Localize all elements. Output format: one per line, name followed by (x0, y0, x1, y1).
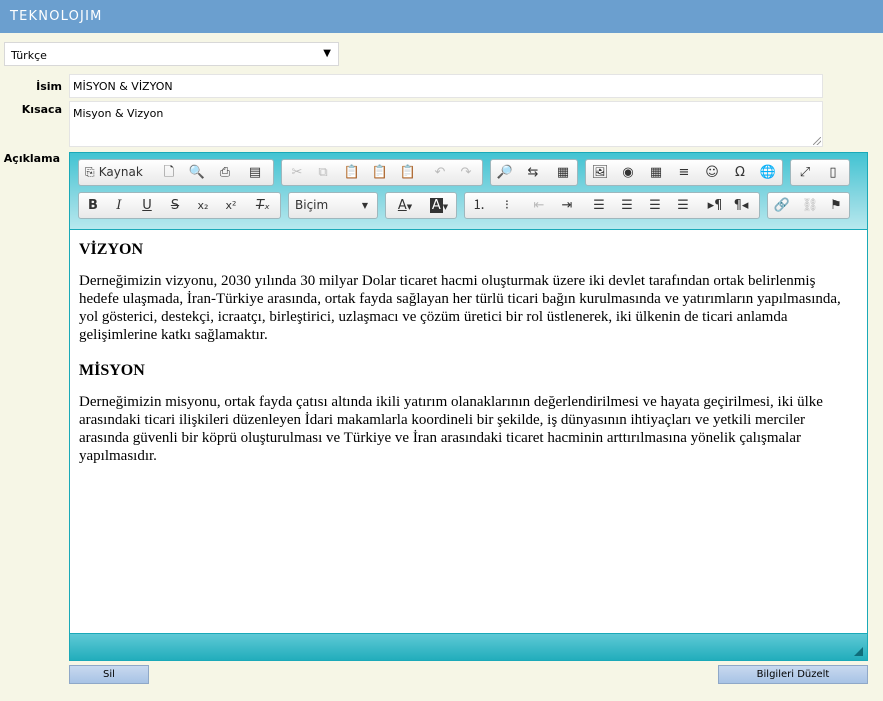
indent-icon[interactable]: ⇥ (555, 193, 579, 218)
toolbar-group-find: 🔎 ⇆ ▦ (490, 159, 578, 186)
preview-icon[interactable]: 🔍 (185, 160, 209, 185)
undo-icon[interactable]: ↶ (428, 160, 452, 185)
bulleted-list-icon[interactable]: ⁝ (495, 193, 519, 218)
language-selected: Türkçe (11, 49, 47, 62)
table-icon[interactable]: ▦ (644, 160, 668, 185)
toolbar-group-document: ⎘ Kaynak 🗋 🔍 ⎙ ▤ (78, 159, 274, 186)
toolbar-group-tools: ⤢ ▯ (790, 159, 850, 186)
select-all-icon[interactable]: ▦ (551, 160, 575, 185)
mission-heading: MİSYON (79, 362, 145, 379)
numbered-list-icon[interactable]: ⒈ (467, 193, 491, 218)
editor-content[interactable]: VİZYON Derneğimizin vizyonu, 2030 yılınd… (70, 231, 867, 634)
new-page-icon[interactable]: 🗋 (157, 160, 181, 185)
rich-text-editor: ⎘ Kaynak 🗋 🔍 ⎙ ▤ ✂ ⧉ 📋 📋 📋 ↶ ↷ 🔎 ⇆ ▦ 🖼 ◉… (69, 152, 868, 661)
bold-icon[interactable]: B (81, 193, 105, 218)
image-icon[interactable]: 🖼 (588, 160, 612, 185)
vision-paragraph: Derneğimizin vizyonu, 2030 yılında 30 mi… (79, 273, 841, 343)
editor-toolbar: ⎘ Kaynak 🗋 🔍 ⎙ ▤ ✂ ⧉ 📋 📋 📋 ↶ ↷ 🔎 ⇆ ▦ 🖼 ◉… (70, 153, 867, 230)
strike-icon[interactable]: S (163, 193, 187, 218)
redo-icon[interactable]: ↷ (454, 160, 478, 185)
outdent-icon[interactable]: ⇤ (527, 193, 551, 218)
vision-heading: VİZYON (79, 241, 144, 258)
anchor-flag-icon[interactable]: ⚑ (824, 193, 848, 218)
paste-word-icon[interactable]: 📋 (396, 160, 420, 185)
templates-icon[interactable]: ▤ (243, 160, 267, 185)
justify-icon[interactable]: ☰ (671, 193, 695, 218)
subscript-icon[interactable]: x₂ (191, 193, 215, 218)
maximize-icon[interactable]: ⤢ (793, 160, 817, 185)
show-blocks-icon[interactable]: ▯ (821, 160, 845, 185)
top-bar: TEKNOLOJIM (0, 0, 883, 33)
ltr-icon[interactable]: ▸¶ (703, 193, 727, 218)
toolbar-group-basic-styles: B I U S x₂ x² T̶ₓ (78, 192, 281, 219)
dropdown-arrow-icon: ▼ (323, 48, 331, 59)
align-center-icon[interactable]: ☰ (615, 193, 639, 218)
smiley-icon[interactable]: ☺ (700, 160, 724, 185)
language-select[interactable]: Türkçe ▼ (4, 42, 339, 66)
toolbar-group-clipboard: ✂ ⧉ 📋 📋 📋 ↶ ↷ (281, 159, 483, 186)
unlink-icon[interactable]: ⛓ (798, 193, 822, 218)
short-text: Misyon & Vizyon (73, 107, 164, 120)
source-label: Kaynak (98, 165, 143, 179)
italic-icon[interactable]: I (107, 193, 131, 218)
resize-handle-icon[interactable] (854, 647, 863, 656)
source-button[interactable]: ⎘ Kaynak (81, 160, 153, 185)
copy-icon[interactable]: ⧉ (311, 160, 335, 185)
short-label: Kısaca (21, 103, 62, 116)
replace-icon[interactable]: ⇆ (521, 160, 545, 185)
print-icon[interactable]: ⎙ (213, 160, 237, 185)
mission-paragraph: Derneğimizin misyonu, ortak fayda çatısı… (79, 394, 823, 464)
editor-status-bar (70, 633, 867, 660)
update-button[interactable]: Bilgileri Düzelt (718, 665, 868, 684)
align-left-icon[interactable]: ☰ (587, 193, 611, 218)
underline-icon[interactable]: U (135, 193, 159, 218)
format-label: Biçim (295, 198, 329, 212)
format-dropdown[interactable]: Biçim ▼ (288, 192, 378, 219)
cut-icon[interactable]: ✂ (285, 160, 309, 185)
paste-icon[interactable]: 📋 (340, 160, 364, 185)
description-label: Açıklama (3, 152, 60, 165)
resize-grip-icon[interactable] (813, 137, 821, 145)
horizontal-line-icon[interactable]: ≡ (672, 160, 696, 185)
find-icon[interactable]: 🔎 (493, 160, 517, 185)
remove-format-icon[interactable]: T̶ₓ (251, 193, 275, 218)
rtl-icon[interactable]: ¶◂ (729, 193, 753, 218)
flash-icon[interactable]: ◉ (616, 160, 640, 185)
logo: TEKNOLOJIM (10, 9, 103, 24)
delete-button[interactable]: Sil (69, 665, 149, 684)
paste-text-icon[interactable]: 📋 (368, 160, 392, 185)
text-color-icon[interactable]: A▼ (390, 193, 420, 218)
format-chevron-down-icon: ▼ (361, 201, 369, 210)
toolbar-group-links: 🔗 ⛓ ⚑ (767, 192, 850, 219)
special-char-icon[interactable]: Ω (728, 160, 752, 185)
name-label: İsim (36, 80, 62, 93)
toolbar-group-paragraph: ⒈ ⁝ ⇤ ⇥ ☰ ☰ ☰ ☰ ▸¶ ¶◂ (464, 192, 760, 219)
short-textarea[interactable]: Misyon & Vizyon (69, 101, 823, 147)
iframe-icon[interactable]: 🌐 (756, 160, 780, 185)
name-input[interactable]: MİSYON & VİZYON (69, 74, 823, 98)
align-right-icon[interactable]: ☰ (643, 193, 667, 218)
toolbar-group-colors: A▼ A ▼ (385, 192, 457, 219)
link-icon[interactable]: 🔗 (770, 193, 794, 218)
superscript-icon[interactable]: x² (219, 193, 243, 218)
toolbar-group-insert: 🖼 ◉ ▦ ≡ ☺ Ω 🌐 (585, 159, 783, 186)
bg-color-icon[interactable]: A ▼ (424, 193, 454, 218)
source-icon: ⎘ (85, 165, 95, 179)
